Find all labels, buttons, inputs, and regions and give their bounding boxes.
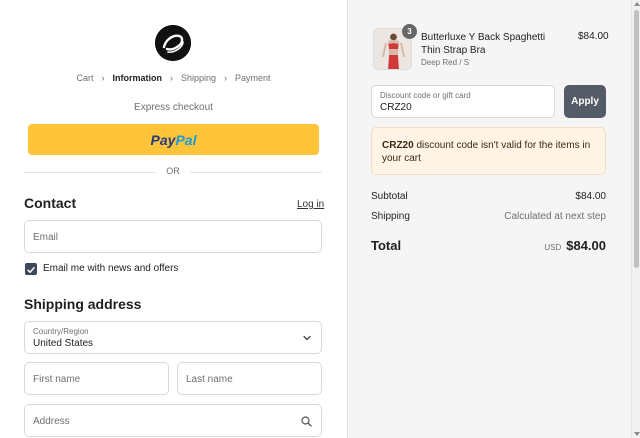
product-name: Butterluxe Y Back Spaghetti Thin Strap B… (421, 32, 546, 56)
last-name-field[interactable]: Last name (177, 362, 322, 395)
newsletter-checkbox[interactable] (25, 263, 37, 275)
email-placeholder: Email (33, 232, 59, 243)
paypal-logo-part2: Pal (175, 131, 197, 148)
total-label: Total (371, 238, 402, 253)
chevron-right-icon: › (101, 73, 105, 83)
first-name-placeholder: First name (33, 374, 81, 385)
email-field[interactable]: Email (24, 220, 322, 253)
search-icon (301, 416, 312, 427)
subtotal-value: $84.00 (575, 191, 606, 202)
checkmark-icon (27, 267, 35, 273)
shipping-row: Shipping Calculated at next step (371, 211, 606, 222)
paypal-button[interactable]: Pay Pal (28, 124, 319, 155)
alert-message: discount code isn't valid for the items … (382, 140, 591, 164)
discount-code-input[interactable]: Discount code or gift card CRZ20 (371, 85, 555, 118)
breadcrumb-cart[interactable]: Cart (76, 73, 93, 83)
country-select[interactable]: Country/Region United States (24, 321, 322, 354)
chevron-right-icon: › (169, 73, 173, 83)
product-variant: Deep Red / S (421, 58, 470, 67)
shipping-label: Shipping (371, 211, 410, 222)
country-label: Country/Region (33, 327, 89, 336)
total-value: $84.00 (566, 238, 606, 253)
subtotal-row: Subtotal $84.00 (371, 191, 606, 202)
total-row: Total USD $84.00 (371, 238, 606, 253)
apply-discount-button[interactable]: Apply (564, 85, 606, 118)
address-placeholder: Address (33, 416, 70, 427)
scroll-down-arrow-icon[interactable] (634, 432, 640, 436)
paypal-logo-part1: Pay (150, 131, 176, 148)
first-name-field[interactable]: First name (24, 362, 169, 395)
address-field[interactable]: Address (24, 404, 322, 437)
shipping-address-heading: Shipping address (24, 296, 142, 312)
breadcrumb-payment: Payment (235, 73, 271, 83)
breadcrumb: Cart › Information › Shipping › Payment (0, 73, 347, 83)
login-link[interactable]: Log in (297, 199, 324, 210)
brand-logo[interactable] (155, 25, 191, 61)
quantity-badge: 3 (402, 24, 417, 39)
discount-error-alert: CRZ20 discount code isn't valid for the … (371, 127, 606, 175)
or-text: OR (166, 166, 180, 176)
country-value: United States (33, 338, 94, 349)
currency-code: USD (544, 243, 562, 252)
scroll-up-arrow-icon[interactable] (634, 2, 640, 6)
logo-swirl-icon (155, 25, 191, 61)
discount-label: Discount code or gift card (380, 91, 471, 100)
alert-code: CRZ20 (382, 140, 414, 151)
express-checkout-label: Express checkout (134, 102, 213, 113)
contact-heading: Contact (24, 195, 77, 211)
checkout-form-panel: Cart › Information › Shipping › Payment … (0, 0, 347, 438)
shipping-value: Calculated at next step (504, 211, 606, 222)
breadcrumb-information: Information (112, 73, 162, 83)
page-scrollbar[interactable] (631, 0, 640, 438)
subtotal-label: Subtotal (371, 191, 408, 202)
discount-value: CRZ20 (380, 102, 412, 113)
product-price: $84.00 (578, 31, 609, 42)
breadcrumb-shipping: Shipping (180, 73, 216, 83)
or-divider: OR (24, 166, 322, 178)
chevron-down-icon (303, 335, 311, 341)
last-name-placeholder: Last name (186, 374, 233, 385)
total-amount-group: USD $84.00 (544, 238, 606, 253)
chevron-right-icon: › (224, 73, 227, 83)
newsletter-label: Email me with news and offers (43, 263, 179, 274)
scrollbar-thumb[interactable] (634, 10, 639, 268)
